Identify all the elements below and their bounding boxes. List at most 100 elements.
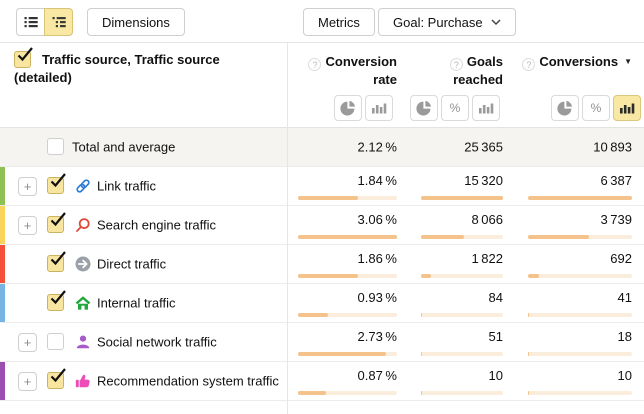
direct-icon — [75, 256, 91, 272]
column-label: Conversions — [539, 54, 618, 69]
table-row: Internal traffic 0.93 % 84 41 — [0, 284, 644, 323]
list-icon — [23, 14, 39, 30]
expand-button[interactable]: + — [18, 372, 37, 391]
goals-reached-value: 51 — [489, 329, 503, 344]
dimension-header: Traffic source, Traffic source (detailed… — [14, 51, 272, 87]
select-all-checkbox[interactable] — [14, 51, 31, 68]
percent-icon[interactable]: % — [441, 95, 469, 121]
percent-icon[interactable]: % — [582, 95, 610, 121]
goals-reached-value: 84 — [489, 290, 503, 305]
dimension-title: Traffic source, Traffic source (detailed… — [14, 52, 220, 85]
conversions-value: 18 — [618, 329, 632, 344]
search-icon — [75, 217, 91, 233]
conversions-cell: 18 — [528, 323, 632, 361]
conversions-value: 692 — [610, 251, 632, 266]
goals-reached-value: 1 822 — [471, 251, 503, 266]
sort-desc-icon: ▼ — [624, 57, 632, 66]
goals-reached-cell: 15 320 — [421, 167, 503, 205]
row-checkbox[interactable] — [47, 255, 64, 272]
expand-button[interactable]: + — [18, 333, 37, 352]
goals-reached-cell: 8 066 — [421, 206, 503, 244]
goal-dropdown-label: Goal: Purchase — [393, 15, 483, 30]
goals-reached-value: 15 320 — [464, 173, 503, 188]
tree-view-button[interactable] — [44, 8, 73, 36]
expand-button[interactable]: + — [18, 177, 37, 196]
row-color-stripe — [0, 362, 5, 400]
conversions-cell: 3 739 — [528, 206, 632, 244]
total-conversions-value: 10 893 — [593, 140, 632, 155]
person-icon — [75, 334, 91, 350]
conversion-rate-value: 1.86 % — [358, 251, 397, 266]
toolbar: Dimensions Metrics Goal: Purchase — [0, 0, 644, 43]
pie-chart-icon[interactable] — [551, 95, 579, 121]
total-row-checkbox[interactable] — [47, 138, 64, 155]
row-label[interactable]: Internal traffic — [97, 296, 176, 311]
bar-chart-icon[interactable] — [365, 95, 393, 121]
conversion-rate-bar — [298, 196, 397, 200]
chevron-down-icon — [491, 19, 501, 26]
conversions-cell: 692 — [528, 245, 632, 283]
conversion-rate-cell: 0.93 % — [298, 284, 397, 322]
help-icon[interactable]: ? — [308, 58, 321, 71]
metrics-button[interactable]: Metrics — [303, 8, 375, 36]
total-row: Total and average 2.12 % 25 365 10 893 — [0, 128, 644, 167]
table-row: +Recommendation system traffic0.87 %1010 — [0, 362, 644, 401]
pie-chart-icon[interactable] — [410, 95, 438, 121]
row-label[interactable]: Link traffic — [97, 179, 156, 194]
row-checkbox[interactable] — [47, 177, 64, 194]
metrica-report: Dimensions Metrics Goal: Purchase Traffi… — [0, 0, 644, 414]
conversion-rate-value: 3.06 % — [358, 212, 397, 227]
table-row: Direct traffic 1.86 % 1 822 692 — [0, 245, 644, 284]
conversions-bar — [528, 391, 632, 395]
pie-chart-icon[interactable] — [334, 95, 362, 121]
conversion-rate-cell: 1.84 % — [298, 167, 397, 205]
row-color-stripe — [0, 245, 5, 283]
goals-reached-cell: 84 — [421, 284, 503, 322]
help-icon[interactable]: ? — [522, 58, 535, 71]
conversion-rate-value: 0.93 % — [358, 290, 397, 305]
conversion-rate-cell: 0.87 % — [298, 362, 397, 400]
row-label[interactable]: Recommendation system traffic — [97, 374, 279, 389]
row-label[interactable]: Direct traffic — [97, 257, 166, 272]
goals-reached-bar — [421, 391, 503, 395]
column-label: Conversion rate — [325, 54, 397, 87]
row-color-stripe — [0, 206, 5, 244]
column-header-conversions[interactable]: ? Conversions ▼ — [512, 53, 632, 71]
expand-button[interactable]: + — [18, 216, 37, 235]
row-color-stripe — [0, 284, 5, 322]
table-row: + Search engine traffic 3.06 % 8 066 3 739 — [0, 206, 644, 245]
conversion-rate-value: 1.84 % — [358, 173, 397, 188]
column-header-conversion-rate[interactable]: ? Conversion rate — [288, 53, 397, 89]
conversions-value: 41 — [618, 290, 632, 305]
table-row: + Social network traffic 2.73 % 51 18 — [0, 323, 644, 362]
home-icon — [75, 295, 91, 311]
display-toggle-group-conversion-rate — [334, 95, 393, 121]
goals-reached-cell: 51 — [421, 323, 503, 361]
conversion-rate-bar — [298, 313, 397, 317]
list-view-button[interactable] — [16, 8, 45, 36]
conversion-rate-bar — [298, 274, 397, 278]
conversions-bar — [528, 196, 632, 200]
row-label[interactable]: Social network traffic — [97, 335, 217, 350]
conversions-bar — [528, 313, 632, 317]
conversion-rate-cell: 1.86 % — [298, 245, 397, 283]
conversions-cell: 41 — [528, 284, 632, 322]
row-checkbox[interactable] — [47, 333, 64, 350]
row-label[interactable]: Search engine traffic — [97, 218, 216, 233]
bar-chart-icon[interactable] — [613, 95, 641, 121]
table-row: +Link traffic1.84 %15 3206 387 — [0, 167, 644, 206]
dimensions-button[interactable]: Dimensions — [87, 8, 185, 36]
column-header-goals-reached[interactable]: ?Goals reached — [408, 53, 503, 89]
goals-reached-value: 8 066 — [471, 212, 503, 227]
total-row-label: Total and average — [72, 140, 175, 155]
row-color-stripe — [0, 167, 5, 205]
goal-dropdown[interactable]: Goal: Purchase — [378, 8, 516, 36]
view-toggle-group — [16, 8, 73, 36]
bar-chart-icon[interactable] — [472, 95, 500, 121]
help-icon[interactable]: ? — [450, 58, 463, 71]
row-checkbox[interactable] — [47, 216, 64, 233]
row-checkbox[interactable] — [47, 294, 64, 311]
goals-reached-bar — [421, 274, 503, 278]
row-checkbox[interactable] — [47, 372, 64, 389]
conversion-rate-value: 2.73 % — [358, 329, 397, 344]
